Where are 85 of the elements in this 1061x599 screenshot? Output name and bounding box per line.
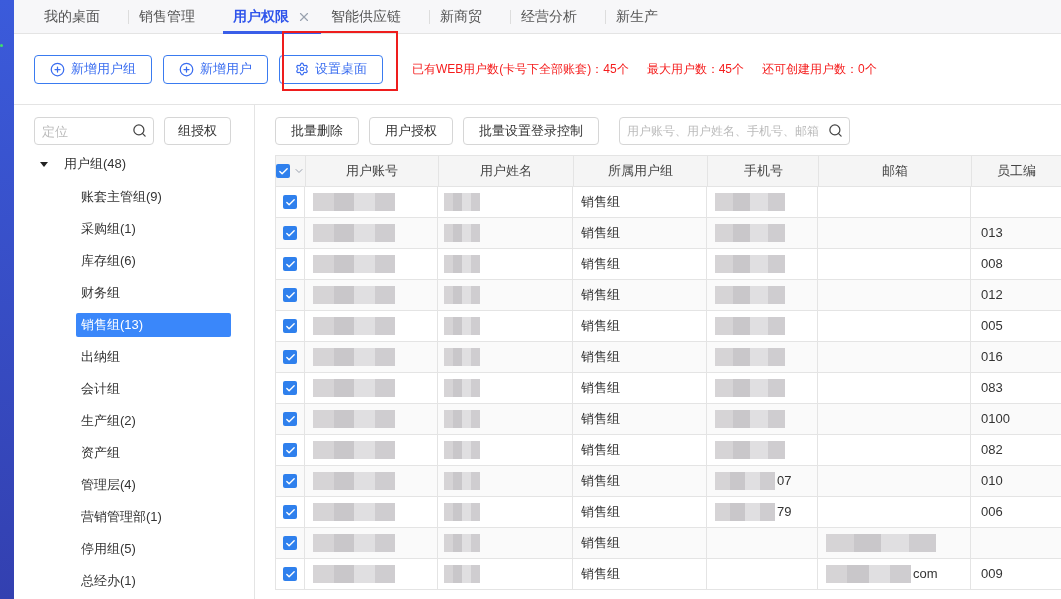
table-cell: 销售组 [573, 528, 707, 558]
action-button[interactable]: 批量删除 [275, 117, 359, 145]
tab[interactable]: 新商贸 [430, 0, 492, 34]
search-icon[interactable] [132, 123, 147, 138]
tab[interactable]: 智能供应链 [321, 0, 411, 34]
toolbar-button[interactable]: 设置桌面 [279, 54, 383, 84]
table-cell: 销售组 [573, 435, 707, 465]
checkbox[interactable] [283, 536, 297, 550]
tree-item[interactable]: 资产组 [76, 441, 231, 465]
table-cell-text: 083 [981, 379, 1003, 398]
table-cell: 销售组 [573, 559, 707, 589]
settings-icon [295, 62, 309, 76]
tree-item[interactable]: 生产组(2) [76, 409, 231, 433]
group-auth-button[interactable]: 组授权 [164, 117, 231, 145]
plus-circle-icon [50, 61, 65, 77]
tab[interactable]: 新生产 [606, 0, 668, 34]
checkbox[interactable] [283, 195, 297, 209]
expand-caret-icon[interactable] [40, 161, 48, 167]
checkbox[interactable] [283, 567, 297, 581]
table-cell: 销售组 [573, 280, 707, 310]
action-button[interactable]: 批量设置登录控制 [463, 117, 599, 145]
table-cell: 销售组 [573, 466, 707, 496]
table-cell-text: 79 [777, 503, 792, 522]
tree-item[interactable]: 财务组 [76, 281, 231, 305]
table-cell: 销售组 [573, 187, 707, 217]
tree-item[interactable]: 账套主管组(9) [76, 185, 231, 209]
tree-item[interactable]: 停用组(5) [76, 537, 231, 561]
column-header: 手机号 [708, 156, 819, 186]
column-header: 用户账号 [306, 156, 439, 186]
column-header: 员工编 [972, 156, 1061, 186]
table-cell: 销售组 [573, 249, 707, 279]
table-cell: 销售组 [573, 342, 707, 372]
plus-circle-icon [179, 61, 194, 77]
user-count-text: 最大用户数：45个 [646, 61, 745, 78]
toolbar-button[interactable]: 新增用户 [163, 54, 268, 84]
user-count-text: 已有WEB用户数(卡号下全部账套)：45个 [412, 61, 629, 78]
tab[interactable]: 销售管理 [129, 0, 205, 34]
action-button[interactable]: 用户授权 [369, 117, 453, 145]
tree-item[interactable]: 用户组(48) [62, 154, 129, 174]
tree-item[interactable]: 管理层(4) [76, 473, 231, 497]
table-cell-text: 07 [777, 472, 792, 491]
search-icon[interactable] [828, 123, 843, 138]
tab[interactable]: 用户权限 [223, 0, 321, 34]
tab[interactable]: 经营分析 [511, 0, 587, 34]
table-cell-text: 016 [981, 348, 1003, 367]
table-cell-text: com [913, 565, 938, 584]
table-cell-text: 006 [981, 503, 1003, 522]
locate-field[interactable]: 定位 [34, 117, 154, 145]
tree-item[interactable]: 采购组(1) [76, 217, 231, 241]
toolbar-button[interactable]: 新增用户组 [34, 54, 152, 84]
table-cell-text: 009 [981, 565, 1003, 584]
checkbox[interactable] [283, 350, 297, 364]
table-cell: 销售组 [573, 373, 707, 403]
checkbox[interactable] [283, 505, 297, 519]
tree-item[interactable]: 营销管理部(1) [76, 505, 231, 529]
user-count-text: 还可创建用户数：0个 [762, 61, 877, 78]
table-cell-text: 082 [981, 441, 1003, 460]
table-cell-text: 010 [981, 472, 1003, 491]
checkbox[interactable] [283, 226, 297, 240]
table-cell-text: 0100 [981, 410, 1010, 429]
table-cell: 销售组 [573, 218, 707, 248]
column-header: 邮箱 [819, 156, 972, 186]
table-cell-text: 012 [981, 286, 1003, 305]
tab[interactable]: 我的桌面 [34, 0, 110, 34]
table-cell: 销售组 [573, 404, 707, 434]
table-cell: 销售组 [573, 497, 707, 527]
checkbox[interactable] [283, 257, 297, 271]
table-cell-text: 008 [981, 255, 1003, 274]
checkbox[interactable] [276, 164, 290, 178]
table-cell-text: 013 [981, 224, 1003, 243]
column-header: 用户姓名 [439, 156, 574, 186]
checkbox[interactable] [283, 474, 297, 488]
tree-item[interactable]: 库存组(6) [76, 249, 231, 273]
checkbox[interactable] [283, 288, 297, 302]
tree-item[interactable]: 总经办(1) [76, 569, 231, 593]
tree-item[interactable]: 出纳组 [76, 345, 231, 369]
checkbox[interactable] [283, 443, 297, 457]
tree-item[interactable]: 会计组 [76, 377, 231, 401]
table-search-field[interactable]: 用户账号、用户姓名、手机号、邮箱 [619, 117, 850, 145]
checkbox[interactable] [283, 319, 297, 333]
table-cell: 销售组 [573, 311, 707, 341]
table-cell-text: 005 [981, 317, 1003, 336]
column-header: 所属用户组 [574, 156, 708, 186]
checkbox[interactable] [283, 412, 297, 426]
checkbox[interactable] [283, 381, 297, 395]
